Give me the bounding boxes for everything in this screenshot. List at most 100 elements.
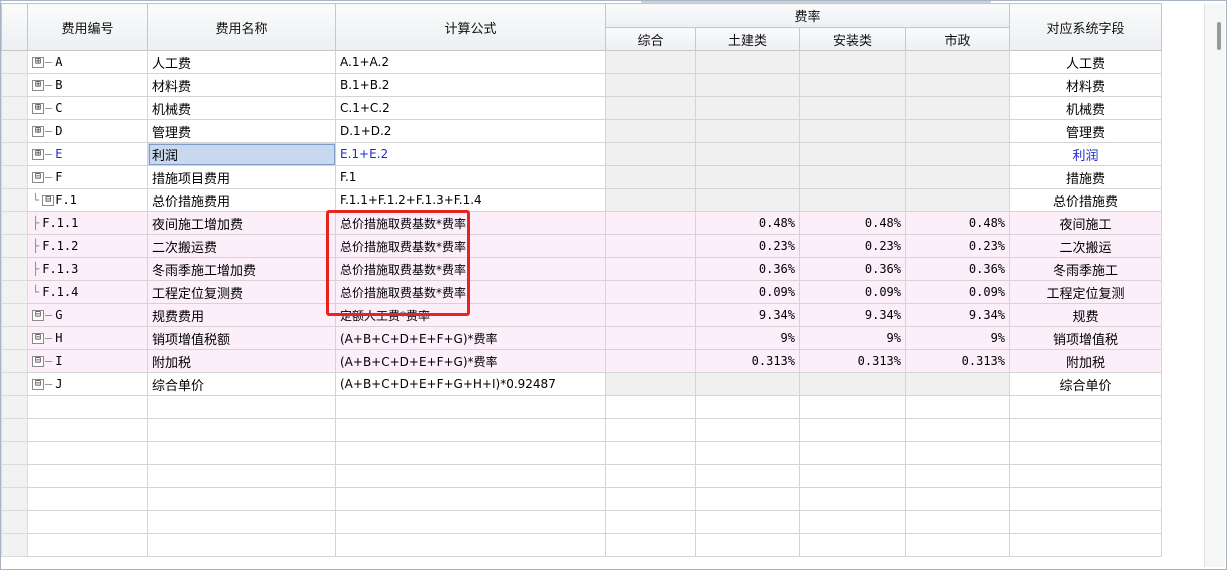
cell-name[interactable]: 冬雨季施工增加费 bbox=[147, 257, 336, 281]
cell-name[interactable]: 附加税 bbox=[147, 349, 336, 373]
table-row[interactable]: ⊞ — E 利润 E.1+E.2 利润 bbox=[1, 142, 1163, 166]
expand-node-icon[interactable]: ⊞ bbox=[32, 80, 44, 91]
cell-rate-comprehensive[interactable] bbox=[605, 142, 696, 166]
cell-rate-municipal[interactable]: 9.34% bbox=[904, 303, 1011, 327]
cell-name[interactable]: 措施项目费用 bbox=[147, 165, 336, 189]
cell-rate-municipal[interactable] bbox=[904, 165, 1011, 189]
cell-rate-civil[interactable]: 0.36% bbox=[695, 257, 800, 281]
collapse-node-icon[interactable]: ⊟ bbox=[32, 310, 44, 321]
header-code[interactable]: 费用编号 bbox=[27, 3, 148, 51]
header-field[interactable]: 对应系统字段 bbox=[1009, 3, 1163, 51]
expand-node-icon[interactable]: ⊞ bbox=[32, 149, 44, 160]
cell-rate-install[interactable] bbox=[799, 96, 906, 120]
cell-rate-civil[interactable] bbox=[695, 50, 800, 74]
cell-system-field[interactable]: 冬雨季施工 bbox=[1009, 257, 1163, 281]
cell-system-field[interactable]: 综合单价 bbox=[1009, 372, 1163, 396]
cell-system-field[interactable]: 管理费 bbox=[1009, 119, 1163, 143]
cell-name[interactable]: 规费费用 bbox=[147, 303, 336, 327]
cell-rate-install[interactable]: 0.36% bbox=[799, 257, 906, 281]
cell-rate-comprehensive[interactable] bbox=[605, 96, 696, 120]
cell-code[interactable]: └ F.1.4 bbox=[27, 280, 148, 304]
header-rate-install[interactable]: 安装类 bbox=[799, 27, 906, 51]
cell-code[interactable]: ⊟ — I bbox=[27, 349, 148, 373]
header-name[interactable]: 费用名称 bbox=[147, 3, 336, 51]
cell-code[interactable]: ⊟ — J bbox=[27, 372, 148, 396]
cell-code[interactable]: └ ⊟ F.1 bbox=[27, 188, 148, 212]
cell-system-field[interactable]: 规费 bbox=[1009, 303, 1163, 327]
table-row[interactable]: ⊟ — H 销项增值税额 (A+B+C+D+E+F+G)*费率 9% 9% 9% 销项增值税 bbox=[1, 326, 1163, 350]
row-indicator[interactable] bbox=[1, 326, 28, 350]
cell-rate-install[interactable] bbox=[799, 188, 906, 212]
table-row[interactable]: ⊟ — F 措施项目费用 F.1 措施费 bbox=[1, 165, 1163, 189]
cell-rate-install[interactable] bbox=[799, 142, 906, 166]
cell-rate-municipal[interactable] bbox=[904, 50, 1011, 74]
collapse-node-icon[interactable]: ⊟ bbox=[32, 356, 44, 367]
row-indicator[interactable] bbox=[1, 119, 28, 143]
cell-name[interactable]: 人工费 bbox=[147, 50, 336, 74]
row-indicator[interactable] bbox=[1, 188, 28, 212]
cell-name[interactable]: 管理费 bbox=[147, 119, 336, 143]
row-indicator[interactable] bbox=[1, 165, 28, 189]
cell-code[interactable]: ⊟ — G bbox=[27, 303, 148, 327]
cell-rate-install[interactable]: 0.48% bbox=[799, 211, 906, 235]
cell-rate-civil[interactable] bbox=[695, 142, 800, 166]
cell-formula[interactable]: (A+B+C+D+E+F+G)*费率 bbox=[335, 326, 606, 350]
vertical-scrollbar[interactable] bbox=[1204, 4, 1225, 567]
cell-rate-comprehensive[interactable] bbox=[605, 188, 696, 212]
cell-system-field[interactable]: 二次搬运 bbox=[1009, 234, 1163, 258]
cell-code[interactable]: ⊞ — D bbox=[27, 119, 148, 143]
cell-rate-civil[interactable]: 0.09% bbox=[695, 280, 800, 304]
cell-rate-comprehensive[interactable] bbox=[605, 50, 696, 74]
cell-rate-install[interactable] bbox=[799, 372, 906, 396]
cell-rate-install[interactable] bbox=[799, 165, 906, 189]
cell-system-field[interactable]: 附加税 bbox=[1009, 349, 1163, 373]
cell-rate-install[interactable] bbox=[799, 73, 906, 97]
cell-formula[interactable]: E.1+E.2 bbox=[335, 142, 606, 166]
row-indicator[interactable] bbox=[1, 280, 28, 304]
cell-name[interactable]: 材料费 bbox=[147, 73, 336, 97]
cell-formula[interactable]: B.1+B.2 bbox=[335, 73, 606, 97]
cell-rate-install[interactable]: 9.34% bbox=[799, 303, 906, 327]
cell-rate-comprehensive[interactable] bbox=[605, 211, 696, 235]
cell-code[interactable]: ⊞ — C bbox=[27, 96, 148, 120]
cell-code[interactable]: ├ F.1.2 bbox=[27, 234, 148, 258]
row-indicator[interactable] bbox=[1, 257, 28, 281]
expand-node-icon[interactable]: ⊞ bbox=[32, 126, 44, 137]
cell-rate-civil[interactable] bbox=[695, 96, 800, 120]
collapse-node-icon[interactable]: ⊟ bbox=[42, 195, 55, 206]
cell-formula[interactable]: 总价措施取费基数*费率 bbox=[335, 211, 606, 235]
row-indicator[interactable] bbox=[1, 372, 28, 396]
row-indicator[interactable] bbox=[1, 211, 28, 235]
cell-formula[interactable]: F.1.1+F.1.2+F.1.3+F.1.4 bbox=[335, 188, 606, 212]
cell-rate-comprehensive[interactable] bbox=[605, 280, 696, 304]
cell-rate-civil[interactable] bbox=[695, 188, 800, 212]
cell-name[interactable]: 二次搬运费 bbox=[147, 234, 336, 258]
cell-rate-install[interactable]: 0.09% bbox=[799, 280, 906, 304]
cell-formula[interactable]: F.1 bbox=[335, 165, 606, 189]
cell-rate-civil[interactable]: 0.313% bbox=[695, 349, 800, 373]
cell-rate-civil[interactable]: 9.34% bbox=[695, 303, 800, 327]
cell-formula[interactable]: 总价措施取费基数*费率 bbox=[335, 234, 606, 258]
table-row[interactable]: ├ F.1.3 冬雨季施工增加费 总价措施取费基数*费率 0.36% 0.36% 0.36%… bbox=[1, 257, 1163, 281]
cell-rate-municipal[interactable] bbox=[904, 119, 1011, 143]
table-row[interactable]: ⊟ — G 规费费用 定额人工费*费率 9.34% 9.34% 9.34% 规费 bbox=[1, 303, 1163, 327]
cell-formula[interactable]: A.1+A.2 bbox=[335, 50, 606, 74]
table-row[interactable]: └ F.1.4 工程定位复测费 总价措施取费基数*费率 0.09% 0.09% 0.09% 工… bbox=[1, 280, 1163, 304]
collapse-node-icon[interactable]: ⊟ bbox=[32, 172, 44, 183]
cell-rate-municipal[interactable]: 9% bbox=[904, 326, 1011, 350]
cell-rate-comprehensive[interactable] bbox=[605, 349, 696, 373]
cell-system-field[interactable]: 机械费 bbox=[1009, 96, 1163, 120]
cell-rate-comprehensive[interactable] bbox=[605, 73, 696, 97]
cell-rate-civil[interactable] bbox=[695, 165, 800, 189]
table-row[interactable]: ⊞ — C 机械费 C.1+C.2 机械费 bbox=[1, 96, 1163, 120]
cell-rate-municipal[interactable]: 0.48% bbox=[904, 211, 1011, 235]
table-row[interactable]: ├ F.1.2 二次搬运费 总价措施取费基数*费率 0.23% 0.23% 0.23% 二次搬… bbox=[1, 234, 1163, 258]
cell-name[interactable]: 夜间施工增加费 bbox=[147, 211, 336, 235]
table-row[interactable]: ⊟ — I 附加税 (A+B+C+D+E+F+G)*费率 0.313% 0.313% 0.31… bbox=[1, 349, 1163, 373]
cell-rate-comprehensive[interactable] bbox=[605, 326, 696, 350]
cell-code[interactable]: ⊟ — F bbox=[27, 165, 148, 189]
header-formula[interactable]: 计算公式 bbox=[335, 3, 606, 51]
cell-code[interactable]: ⊞ — E bbox=[27, 142, 148, 166]
cell-rate-municipal[interactable] bbox=[904, 142, 1011, 166]
cell-code[interactable]: ├ F.1.1 bbox=[27, 211, 148, 235]
